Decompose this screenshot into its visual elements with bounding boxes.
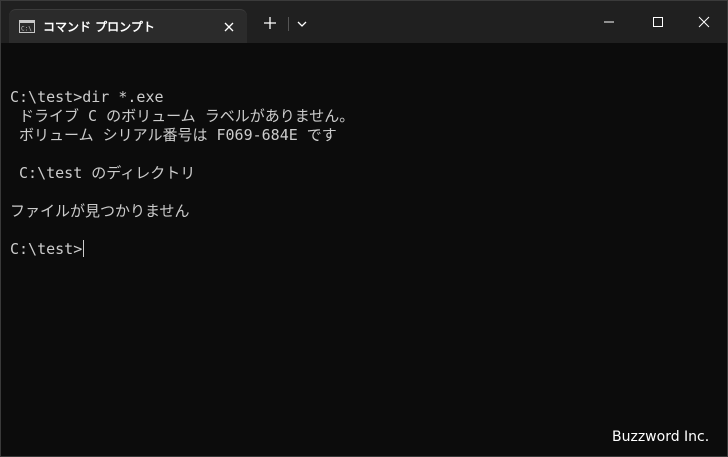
maximize-icon (653, 17, 663, 27)
title-bar[interactable]: C:\ コマンド プロンプト (1, 1, 727, 43)
terminal-prompt: C:\test> (10, 240, 83, 258)
watermark: Buzzword Inc. (612, 429, 710, 445)
minimize-icon (604, 21, 614, 23)
tab-command-prompt[interactable]: C:\ コマンド プロンプト (9, 9, 247, 43)
minimize-button[interactable] (585, 1, 633, 43)
terminal-line: ドライブ C のボリューム ラベルがありません。 (10, 107, 355, 125)
terminal-window: C:\ コマンド プロンプト C:\test>dir *.exe ドライブ C … (0, 0, 728, 457)
terminal-line: C:\test のディレクトリ (10, 164, 196, 182)
terminal-output[interactable]: C:\test>dir *.exe ドライブ C のボリューム ラベルがありませ… (10, 69, 710, 399)
svg-text:C:\: C:\ (21, 26, 32, 33)
close-window-button[interactable] (680, 1, 727, 43)
close-icon[interactable] (221, 19, 237, 35)
close-icon (698, 16, 710, 28)
console-icon: C:\ (19, 20, 35, 33)
chevron-down-icon[interactable] (292, 12, 312, 34)
tab-divider (288, 17, 289, 31)
text-cursor (83, 240, 85, 257)
terminal-line: ファイルが見つかりません (10, 202, 190, 220)
new-tab-button[interactable] (259, 12, 281, 34)
terminal-line: ボリューム シリアル番号は F069-684E です (10, 126, 337, 144)
terminal-prompt-line[interactable]: C:\test> (10, 240, 710, 259)
maximize-button[interactable] (634, 1, 682, 43)
tab-title: コマンド プロンプト (43, 20, 155, 34)
terminal-line: C:\test>dir *.exe (10, 88, 164, 106)
